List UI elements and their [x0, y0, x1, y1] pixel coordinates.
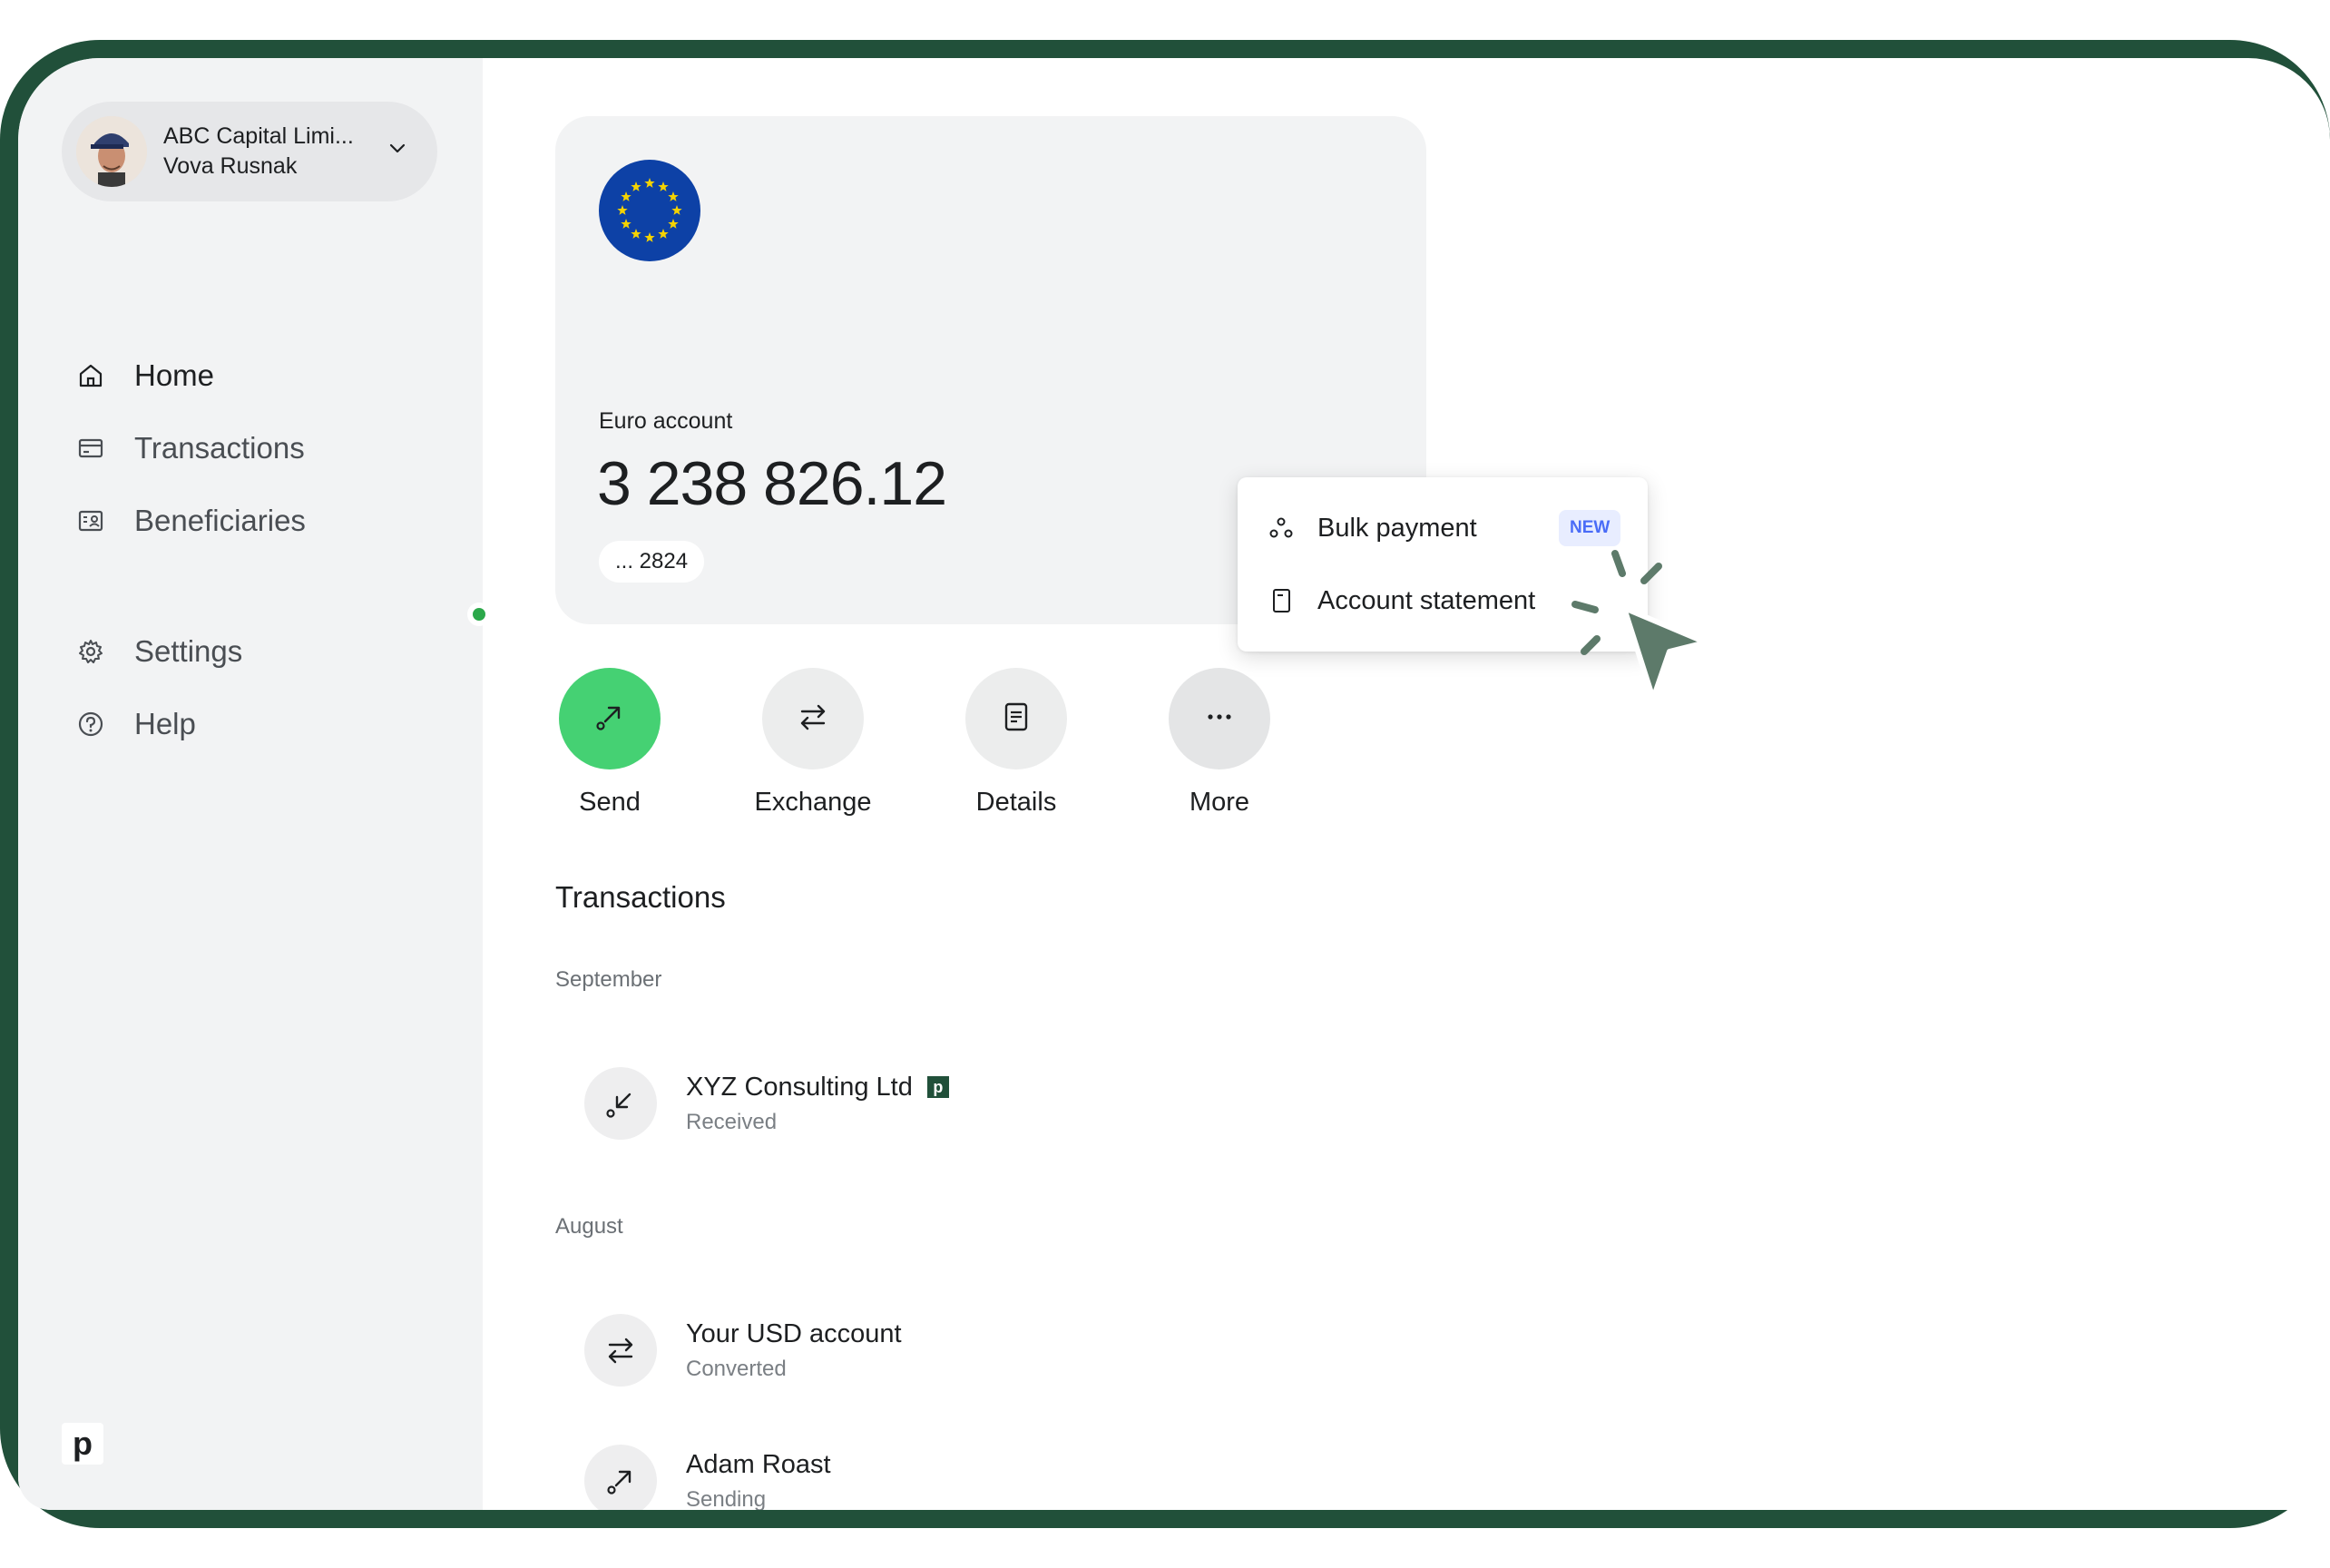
received-arrow-icon — [584, 1067, 657, 1140]
eu-star — [621, 191, 631, 201]
sidebar-nav: Home Transactions Beneficiaries Settings — [76, 347, 475, 768]
transaction-row[interactable]: Your USD account Converted — [584, 1314, 902, 1387]
send-label: Send — [579, 788, 641, 817]
details-button[interactable]: Details — [935, 668, 1098, 818]
eu-flag-icon — [599, 160, 700, 261]
eu-star — [671, 205, 682, 215]
exchange-icon — [584, 1314, 657, 1387]
ellipsis-icon — [1201, 699, 1238, 740]
avatar — [76, 116, 147, 187]
eu-star — [644, 232, 655, 242]
new-badge: NEW — [1559, 510, 1621, 546]
account-label: Euro account — [599, 408, 733, 434]
account-balance: 3 238 826.12 — [597, 449, 947, 518]
cursor-pointer-icon — [1542, 548, 1751, 748]
help-icon — [76, 710, 105, 739]
month-label: September — [555, 967, 662, 992]
chevron-down-icon — [387, 138, 408, 164]
app-screen: ABC Capital Limi... Vova Rusnak Home Tra… — [18, 58, 2330, 1510]
send-arrow-icon — [584, 1445, 657, 1510]
eu-star — [658, 228, 669, 239]
sidebar-item-label: Transactions — [134, 431, 305, 465]
eu-star — [668, 191, 679, 201]
menu-item-bulk-payment[interactable]: Bulk payment — [1267, 506, 1477, 550]
exchange-icon — [795, 699, 831, 740]
transaction-name: Your USD account — [686, 1318, 902, 1348]
sidebar-item-home[interactable]: Home — [76, 347, 475, 405]
more-button[interactable]: More — [1138, 668, 1301, 818]
sidebar-item-transactions[interactable]: Transactions — [76, 419, 475, 477]
eu-star — [631, 228, 641, 239]
sidebar-item-settings[interactable]: Settings — [76, 622, 475, 681]
eu-star — [644, 178, 655, 188]
eu-star — [617, 205, 628, 215]
home-icon — [76, 361, 105, 390]
gear-icon — [76, 637, 105, 666]
menu-item-label: Bulk payment — [1317, 513, 1477, 543]
document-icon — [998, 699, 1034, 740]
org-name: ABC Capital Limi... — [163, 123, 354, 149]
bulk-payment-icon — [1267, 514, 1296, 543]
eu-star — [668, 219, 679, 229]
menu-item-label: Account statement — [1317, 585, 1536, 615]
sidebar-item-label: Home — [134, 358, 215, 392]
send-arrow-icon — [592, 699, 628, 740]
brand-logo: p — [62, 1423, 103, 1465]
transactions-heading: Transactions — [555, 880, 726, 914]
sidebar-item-beneficiaries[interactable]: Beneficiaries — [76, 492, 475, 550]
transaction-name: XYZ Consulting Ltd — [686, 1072, 913, 1102]
sidebar-item-label: Settings — [134, 634, 243, 668]
user-name: Vova Rusnak — [163, 153, 298, 179]
transaction-status: Received — [686, 1109, 778, 1134]
platform-badge: p — [926, 1076, 949, 1098]
transaction-row[interactable]: XYZ Consulting Ltd p Received — [584, 1067, 949, 1140]
eu-star — [631, 181, 641, 191]
sidebar: ABC Capital Limi... Vova Rusnak Home Tra… — [18, 58, 483, 1510]
details-label: Details — [975, 788, 1057, 817]
send-button[interactable]: Send — [528, 668, 691, 818]
transaction-status: Sending — [686, 1486, 767, 1511]
account-switcher[interactable]: ABC Capital Limi... Vova Rusnak — [62, 102, 437, 201]
statement-icon — [1267, 586, 1296, 615]
transaction-status: Converted — [686, 1356, 787, 1381]
account-number: ... 2824 — [599, 541, 705, 583]
transaction-name: Adam Roast — [686, 1449, 831, 1479]
sidebar-item-help[interactable]: Help — [76, 695, 475, 753]
month-label: August — [555, 1214, 623, 1239]
eu-star — [621, 219, 631, 229]
sidebar-item-label: Beneficiaries — [134, 504, 306, 537]
exchange-label: Exchange — [754, 788, 872, 817]
contact-card-icon — [76, 506, 105, 535]
transaction-row[interactable]: Adam Roast Sending — [584, 1445, 831, 1510]
eu-star — [658, 181, 669, 191]
status-indicator — [467, 603, 491, 626]
menu-item-account-statement[interactable]: Account statement — [1267, 579, 1535, 622]
exchange-button[interactable]: Exchange — [731, 668, 895, 818]
card-icon — [76, 434, 105, 463]
sidebar-item-label: Help — [134, 707, 196, 740]
more-label: More — [1189, 788, 1250, 817]
